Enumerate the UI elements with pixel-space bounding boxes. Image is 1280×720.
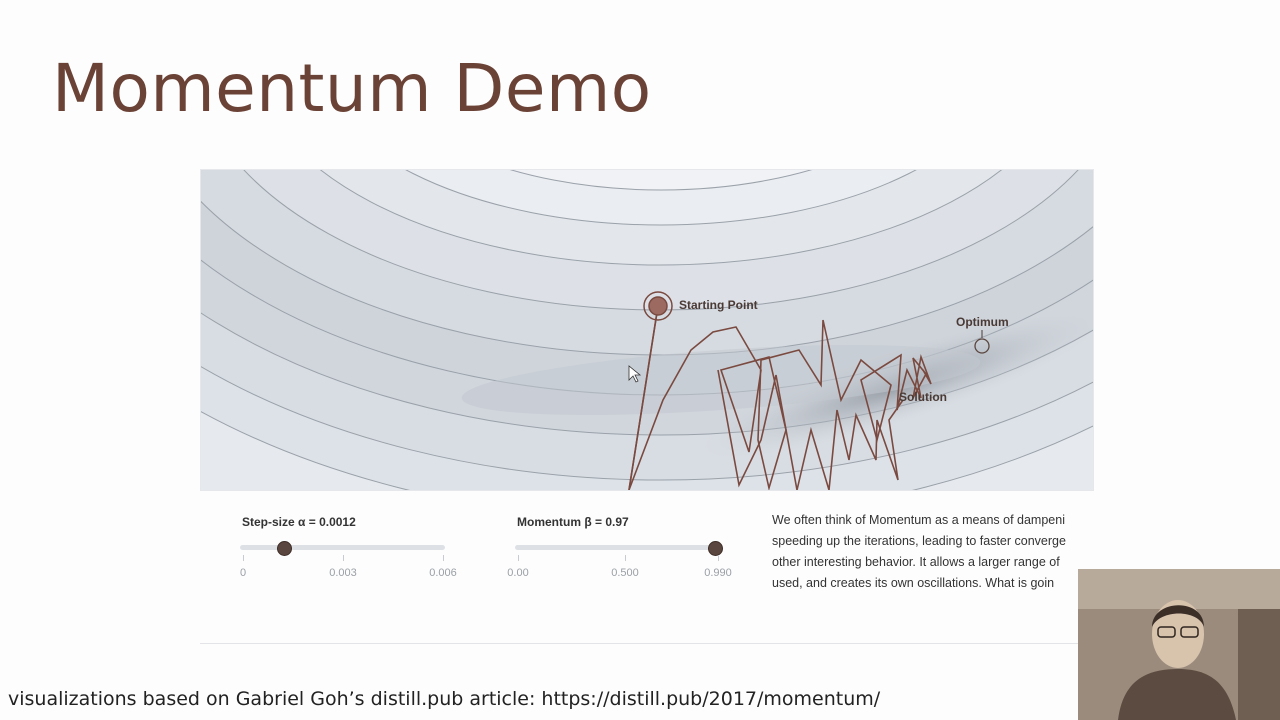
step-size-tick-label: 0 (239, 567, 247, 579)
momentum-tick-label: 0.990 (704, 567, 732, 579)
contour-plot[interactable]: Starting Point Optimum Solution (201, 170, 1093, 490)
optimum-label: Optimum (956, 315, 1009, 329)
momentum-tick (625, 555, 626, 561)
solution-label: Solution (899, 390, 947, 404)
momentum-label: Momentum β = 0.97 (517, 515, 629, 529)
description-text: We often think of Momentum as a means of… (772, 510, 1092, 600)
step-size-slider-track[interactable] (240, 545, 445, 550)
presenter-webcam (1078, 569, 1280, 720)
webcam-frame (1078, 569, 1280, 720)
step-size-slider-thumb[interactable] (277, 541, 292, 556)
source-caption: visualizations based on Gabriel Goh’s di… (8, 688, 881, 710)
momentum-tick (518, 555, 519, 561)
momentum-tick-label: 0.500 (611, 567, 639, 579)
description-line: used, and creates its own oscillations. … (772, 576, 1055, 590)
controls-area: Step-size α = 0.0012 0 0.003 0.006 Momen… (200, 505, 1092, 615)
step-size-tick-label: 0.006 (429, 567, 457, 579)
momentum-visualization[interactable]: Starting Point Optimum Solution (200, 169, 1094, 491)
momentum-tick-label: 0.00 (507, 567, 529, 579)
momentum-slider-track[interactable] (515, 545, 720, 550)
step-size-tick (243, 555, 244, 561)
momentum-tick (718, 555, 719, 561)
divider (200, 643, 1092, 644)
momentum-slider-thumb[interactable] (707, 541, 723, 556)
description-line: speeding up the iterations, leading to f… (772, 534, 1066, 548)
starting-point-handle[interactable] (648, 296, 668, 316)
step-size-label: Step-size α = 0.0012 (242, 515, 356, 529)
step-size-tick-label: 0.003 (329, 567, 357, 579)
step-size-tick (443, 555, 444, 561)
step-size-tick (343, 555, 344, 561)
description-line: We often think of Momentum as a means of… (772, 513, 1065, 527)
slide-title: Momentum Demo (52, 50, 652, 127)
starting-point-label: Starting Point (679, 298, 758, 312)
description-line: other interesting behavior. It allows a … (772, 555, 1060, 569)
